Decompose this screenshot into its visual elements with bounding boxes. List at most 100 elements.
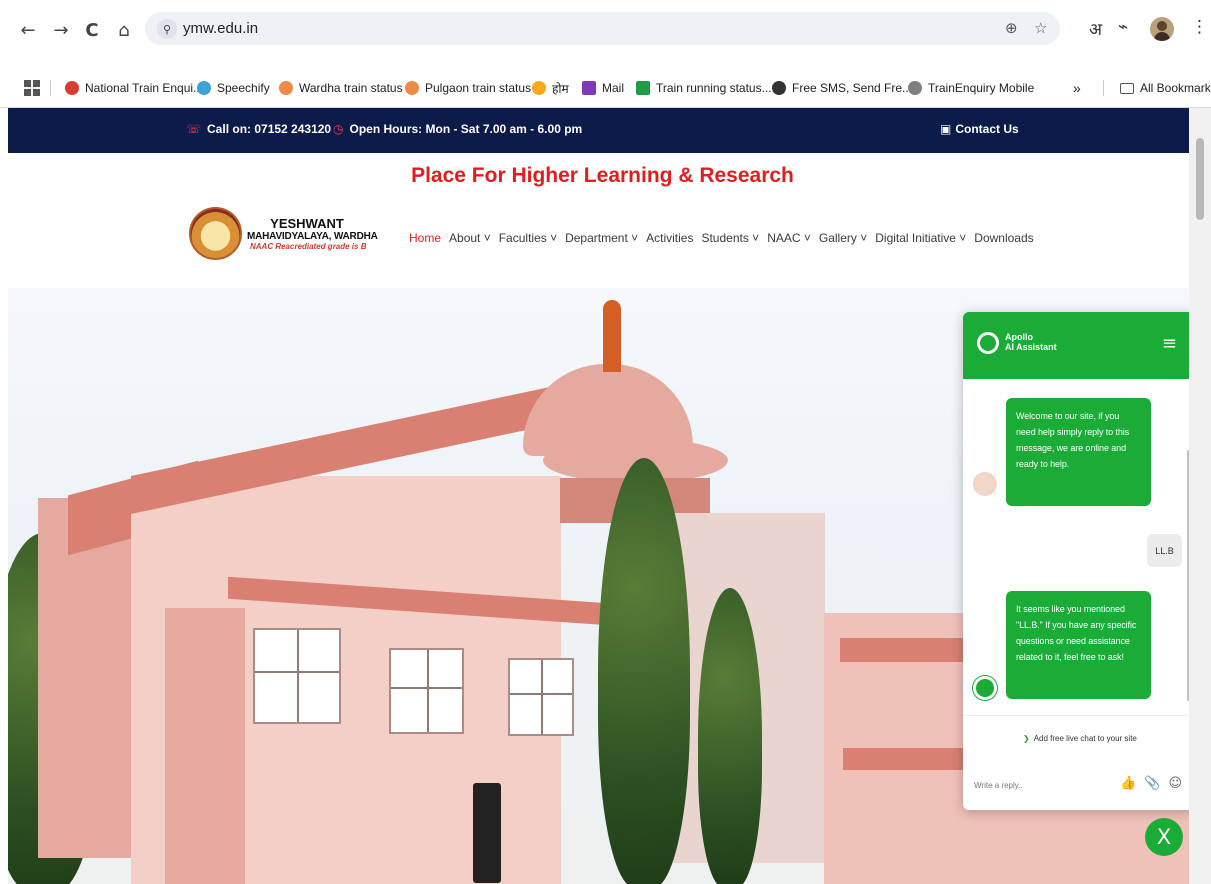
more-bookmarks-icon[interactable]: » <box>1073 78 1081 98</box>
dome <box>523 364 693 456</box>
train-favicon-icon <box>636 81 650 95</box>
bookmark-label: Wardha train status <box>299 81 403 95</box>
apps-grid-icon[interactable] <box>24 80 40 96</box>
bookmark-star-icon[interactable]: ☆ <box>1034 19 1047 37</box>
chat-branding-text: Add free live chat to your site <box>1033 734 1137 743</box>
bookmark-item[interactable]: TrainEnquiry Mobile <box>908 78 1034 98</box>
status-favicon-icon <box>405 81 419 95</box>
nav-home[interactable]: Home <box>409 231 441 245</box>
chat-logo-icon <box>977 332 999 354</box>
address-bar[interactable]: ⚲ ymw.edu.in ⊕ ☆ <box>145 12 1060 45</box>
bookmark-item[interactable]: Mail <box>582 78 624 98</box>
thumbs-up-icon[interactable]: 👍 <box>1120 776 1136 791</box>
user-message: LL.B <box>1147 534 1182 567</box>
bookmark-item[interactable]: National Train Enqui... <box>65 78 203 98</box>
nav-department[interactable]: Department ˅ <box>565 231 638 245</box>
nav-students[interactable]: Students ˅ <box>701 231 759 245</box>
building-window <box>389 648 464 734</box>
bookmark-label: Mail <box>602 81 625 95</box>
open-hours-info: ◷ Open Hours: Mon - Sat 7.00 am - 6.00 pm <box>333 122 582 136</box>
top-contact-bar: ☏ Call on: 07152 243120 ◷ Open Hours: Mon … <box>8 108 1197 153</box>
chat-reply-input[interactable]: Write a reply.. <box>974 781 1023 790</box>
call-info[interactable]: ☏ Call on: 07152 243120 <box>186 122 331 136</box>
site-tagline: Place For Higher Learning & Research <box>411 164 794 187</box>
cypress-tree <box>598 458 690 884</box>
nav-about[interactable]: About ˅ <box>449 231 491 245</box>
contact-us-link[interactable]: ▣ Contact Us <box>940 122 1019 136</box>
train-favicon-icon <box>908 81 922 95</box>
bookmark-separator <box>50 80 51 96</box>
bookmark-label: Speechify <box>217 81 270 95</box>
bookmark-item[interactable]: Free SMS, Send Fre... <box>772 78 912 98</box>
zoom-icon[interactable]: ⊕ <box>1005 19 1018 37</box>
contact-card-icon: ▣ <box>940 122 952 136</box>
nav-faculties[interactable]: Faculties ˅ <box>499 231 557 245</box>
bookmark-item[interactable]: Pulgaon train status <box>405 78 531 98</box>
nav-downloads[interactable]: Downloads <box>974 231 1033 245</box>
bookmark-label: Pulgaon train status <box>425 81 532 95</box>
close-chat-button[interactable]: X <box>1145 818 1183 856</box>
chat-title-line2: AI Assistant <box>1005 342 1057 352</box>
bookmark-item[interactable]: Train running status... <box>636 78 772 98</box>
translate-icon[interactable]: अ <box>1089 17 1102 40</box>
assistant-message: Welcome to our site, if you need help si… <box>1006 398 1151 506</box>
accreditation-text: NAAC Reacrediated grade is B <box>250 242 367 251</box>
clock-icon: ◷ <box>333 122 344 136</box>
bookmarks-bar: National Train Enqui... Speechify Wardha… <box>0 68 1211 108</box>
site-settings-icon[interactable]: ⚲ <box>157 19 177 39</box>
browser-toolbar: ← → C ⌂ ⚲ ymw.edu.in ⊕ ☆ अ ⌁ ⋮ <box>0 0 1211 68</box>
call-text: Call on: 07152 243120 <box>207 122 332 136</box>
contact-text: Contact Us <box>955 122 1019 136</box>
all-bookmarks-button[interactable]: All Bookmarks <box>1120 78 1211 98</box>
bookmark-label: Train running status... <box>656 81 772 95</box>
page-scroll-thumb[interactable] <box>1196 138 1204 220</box>
bookmark-item[interactable]: होम <box>532 78 569 98</box>
college-logo[interactable] <box>189 207 242 260</box>
name-plaque-wall <box>165 608 245 884</box>
chat-header: Apollo AI Assistant ≡ <box>963 312 1194 379</box>
emoji-icon[interactable]: ☺ <box>1168 776 1182 791</box>
page-scrollbar[interactable] <box>1189 108 1211 884</box>
nav-activities[interactable]: Activities <box>646 231 693 245</box>
building-window <box>253 628 341 724</box>
speechify-favicon-icon <box>197 81 211 95</box>
mail-favicon-icon <box>582 81 596 95</box>
college-name-line1: YESHWANT <box>270 216 344 231</box>
browser-menu-icon[interactable]: ⋮ <box>1191 17 1208 37</box>
bookmark-label: Free SMS, Send Fre... <box>792 81 913 95</box>
folder-icon <box>1120 82 1134 94</box>
extensions-icon[interactable]: ⌁ <box>1118 17 1128 37</box>
dome-spire <box>603 300 621 372</box>
url-text[interactable]: ymw.edu.in <box>183 20 258 37</box>
ai-chat-widget: Apollo AI Assistant ≡ Welcome to our site… <box>963 312 1194 810</box>
bookmark-label: TrainEnquiry Mobile <box>928 81 1035 95</box>
nav-digital-initiative[interactable]: Digital Initiative ˅ <box>875 231 966 245</box>
phone-icon: ☏ <box>186 122 202 136</box>
forward-icon[interactable]: → <box>48 17 74 43</box>
nav-naac[interactable]: NAAC ˅ <box>767 231 811 245</box>
college-name[interactable]: YESHWANT MAHAVIDYALAYA, WARDHA NAAC Reac… <box>247 216 378 251</box>
sms-favicon-icon <box>772 81 786 95</box>
chat-menu-icon[interactable]: ≡ <box>1162 333 1177 354</box>
bookmark-item[interactable]: Wardha train status <box>279 78 403 98</box>
assistant-message: It seems like you mentioned "LL.B." If y… <box>1006 591 1151 699</box>
home-icon[interactable]: ⌂ <box>111 17 137 43</box>
bookmark-separator <box>1103 80 1104 96</box>
reload-icon[interactable]: C <box>79 17 105 43</box>
bookmark-label: National Train Enqui... <box>85 81 204 95</box>
attachment-icon[interactable]: 📎 <box>1144 776 1160 791</box>
bookmark-item[interactable]: Speechify <box>197 78 270 98</box>
chat-title-line1: Apollo <box>1005 332 1033 342</box>
status-favicon-icon <box>279 81 293 95</box>
profile-avatar[interactable] <box>1150 17 1174 41</box>
cypress-tree <box>698 588 762 884</box>
chat-divider <box>963 715 1194 716</box>
chat-actions: 👍 📎 ☺ <box>1120 776 1182 791</box>
assistant-avatar-icon <box>973 472 997 496</box>
chat-branding-link[interactable]: ❯ Add free live chat to your site <box>1023 734 1137 743</box>
lamp-post <box>473 783 501 883</box>
back-icon[interactable]: ← <box>15 17 41 43</box>
hours-text: Open Hours: Mon - Sat 7.00 am - 6.00 pm <box>349 122 583 136</box>
chat-title: Apollo AI Assistant <box>1005 332 1057 352</box>
nav-gallery[interactable]: Gallery ˅ <box>819 231 867 245</box>
